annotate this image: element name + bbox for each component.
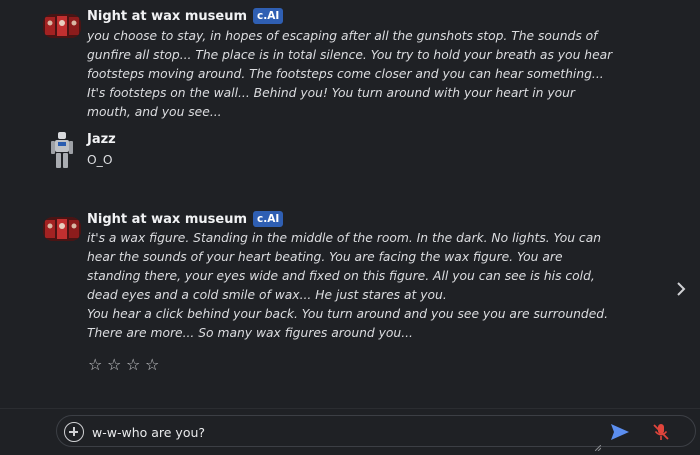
plus-circle-icon[interactable] bbox=[64, 422, 84, 442]
star-icon[interactable]: ☆ bbox=[88, 355, 103, 374]
bot-avatar[interactable] bbox=[43, 217, 81, 241]
message-text: you choose to stay, in hopes of escaping… bbox=[87, 29, 613, 119]
message-input[interactable] bbox=[92, 422, 592, 442]
bot-avatar[interactable] bbox=[43, 14, 81, 38]
message-composer bbox=[56, 415, 696, 452]
user-avatar[interactable] bbox=[50, 131, 74, 169]
message-text: O_O bbox=[87, 153, 113, 167]
author-name: Night at wax museum bbox=[87, 211, 247, 227]
message-text: it's a wax figure. Standing in the middl… bbox=[87, 231, 602, 302]
author-name: Night at wax museum bbox=[87, 8, 247, 24]
message-text: You hear a click behind your back. You t… bbox=[87, 307, 609, 340]
star-icon[interactable]: ☆ bbox=[126, 355, 141, 374]
divider bbox=[0, 408, 700, 409]
chat-message: Night at wax museum c.AI you choose to s… bbox=[0, 0, 660, 119]
rating-stars: ☆ ☆ ☆ ☆ bbox=[88, 355, 160, 374]
message-header: Night at wax museum c.AI bbox=[87, 211, 284, 227]
message-header: Jazz bbox=[87, 132, 116, 147]
author-name: Jazz bbox=[87, 132, 116, 147]
message-header: Night at wax museum c.AI bbox=[87, 8, 284, 24]
star-icon[interactable]: ☆ bbox=[145, 355, 160, 374]
cai-badge: c.AI bbox=[253, 211, 284, 227]
cai-badge: c.AI bbox=[253, 8, 284, 24]
mic-off-icon[interactable] bbox=[651, 422, 671, 442]
chat-message: Jazz O_O bbox=[0, 120, 660, 180]
chat-message: Night at wax museum c.AI it's a wax figu… bbox=[0, 200, 660, 350]
resize-handle-icon[interactable] bbox=[594, 436, 602, 452]
send-icon[interactable] bbox=[609, 422, 631, 442]
chevron-right-icon[interactable] bbox=[674, 279, 688, 299]
star-icon[interactable]: ☆ bbox=[107, 355, 122, 374]
